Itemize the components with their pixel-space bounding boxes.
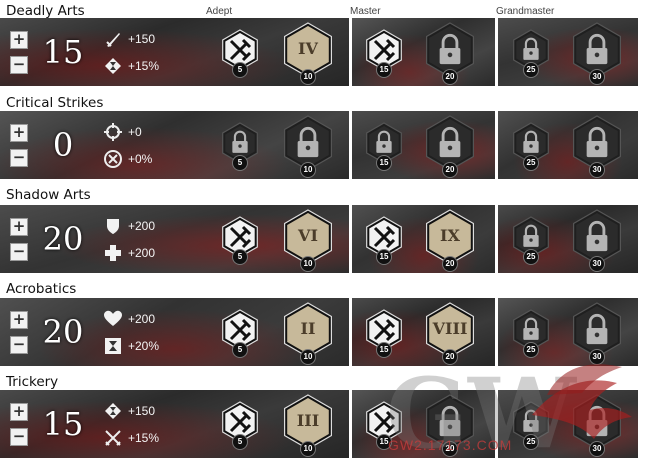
stat-bonus-value: +0% <box>128 152 153 166</box>
trait-point-requirement-badge: 25 <box>523 434 539 450</box>
trait-point-requirement-badge: 10 <box>300 69 316 85</box>
stat-bonus-value: +150 <box>128 404 156 418</box>
trait-point-requirement-badge: 20 <box>442 162 458 178</box>
heart-icon <box>104 310 122 326</box>
stat-bonus-value: +200 <box>128 246 156 260</box>
crossed-swords-icon <box>105 430 121 446</box>
trait-roman-numeral: IX <box>440 226 460 245</box>
remove-point-button[interactable]: − <box>10 428 28 446</box>
stat-bonus-value: +15% <box>128 431 160 445</box>
trait-point-requirement-badge: 30 <box>589 69 605 85</box>
tier-header-adept: Adept <box>206 6 233 17</box>
add-point-button[interactable]: + <box>10 403 28 421</box>
trait-point-requirement-badge: 30 <box>589 162 605 178</box>
tier-header-master: Master <box>350 6 381 17</box>
trait-line-title: Trickery <box>6 374 59 390</box>
trait-roman-numeral: III <box>296 411 320 430</box>
trait-point-requirement-badge: 5 <box>232 62 248 78</box>
trait-point-requirement-badge: 30 <box>589 349 605 365</box>
trait-point-requirement-badge: 15 <box>376 342 392 358</box>
sword-icon <box>106 33 120 47</box>
trait-roman-numeral: VI <box>298 226 318 245</box>
remove-point-button[interactable]: − <box>10 336 28 354</box>
trait-points-value: 20 <box>42 220 84 258</box>
trait-points-value: 20 <box>42 313 84 351</box>
trait-point-requirement-badge: 5 <box>232 434 248 450</box>
crosshair-icon <box>104 123 122 141</box>
trait-point-requirement-badge: 20 <box>442 256 458 272</box>
watermark-text: GW2.17173.COM <box>388 437 513 453</box>
trait-roman-numeral: IV <box>298 39 318 58</box>
trait-line-title: Deadly Arts <box>6 3 85 19</box>
healing-cross-icon <box>105 245 121 261</box>
trait-roman-numeral: II <box>300 319 316 338</box>
add-point-button[interactable]: + <box>10 218 28 236</box>
trait-point-requirement-badge: 20 <box>442 69 458 85</box>
trait-point-requirement-badge: 25 <box>523 342 539 358</box>
tier-header-grandmaster: Grandmaster <box>496 6 555 17</box>
trait-points-value: 15 <box>42 33 84 71</box>
trait-point-requirement-badge: 10 <box>300 162 316 178</box>
trait-point-requirement-badge: 5 <box>232 342 248 358</box>
stat-bonus-value: +20% <box>128 339 160 353</box>
trait-point-requirement-badge: 10 <box>300 441 316 457</box>
stat-bonus-value: +15% <box>128 59 160 73</box>
trait-line-title: Shadow Arts <box>6 187 91 203</box>
stat-bonus-value: +0 <box>128 125 142 139</box>
hourglass-icon <box>105 338 121 354</box>
remove-point-button[interactable]: − <box>10 149 28 167</box>
trait-roman-numeral: VIII <box>432 319 468 338</box>
trait-point-requirement-badge: 10 <box>300 256 316 272</box>
trait-line-title: Critical Strikes <box>6 95 104 111</box>
trait-point-requirement-badge: 20 <box>442 349 458 365</box>
shield-icon <box>107 219 119 234</box>
trait-point-requirement-badge: 15 <box>376 155 392 171</box>
add-point-button[interactable]: + <box>10 311 28 329</box>
trait-point-requirement-badge: 15 <box>376 62 392 78</box>
trait-point-requirement-badge: 5 <box>232 155 248 171</box>
trait-point-requirement-badge: 25 <box>523 249 539 265</box>
trait-points-value: 0 <box>52 126 74 164</box>
trait-points-value: 15 <box>42 405 84 443</box>
trait-point-requirement-badge: 30 <box>589 256 605 272</box>
trait-point-requirement-badge: 10 <box>300 349 316 365</box>
trait-line-title: Acrobatics <box>6 281 77 297</box>
condition-duration-icon <box>105 58 121 74</box>
crit-damage-icon <box>104 150 122 168</box>
trait-point-requirement-badge: 15 <box>376 249 392 265</box>
add-point-button[interactable]: + <box>10 31 28 49</box>
condition-duration-icon <box>105 403 121 419</box>
stat-bonus-value: +200 <box>128 312 156 326</box>
add-point-button[interactable]: + <box>10 124 28 142</box>
trait-point-requirement-badge: 5 <box>232 249 248 265</box>
stat-bonus-value: +150 <box>128 32 156 46</box>
trait-point-requirement-badge: 25 <box>523 62 539 78</box>
remove-point-button[interactable]: − <box>10 56 28 74</box>
remove-point-button[interactable]: − <box>10 243 28 261</box>
trait-point-requirement-badge: 25 <box>523 155 539 171</box>
stat-bonus-value: +200 <box>128 219 156 233</box>
trait-point-requirement-badge: 30 <box>589 441 605 457</box>
